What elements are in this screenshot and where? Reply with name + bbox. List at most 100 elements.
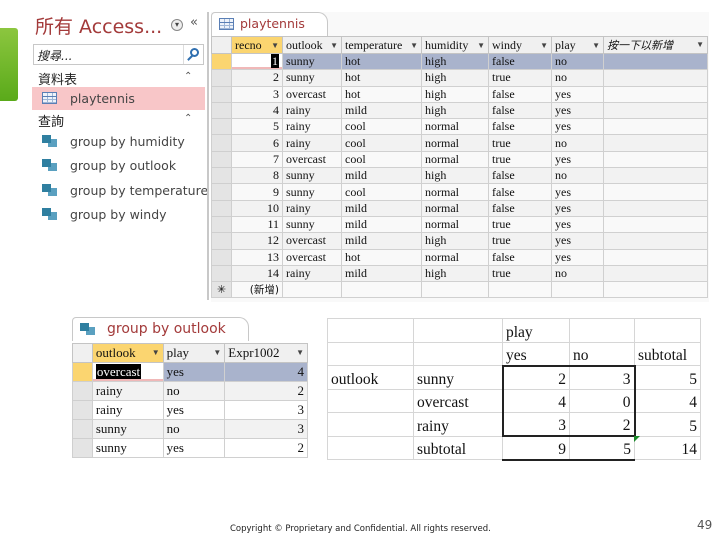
pivot-cell[interactable]: 5	[634, 412, 701, 437]
cell-humidity[interactable]: normal	[421, 199, 489, 217]
cell-temperature[interactable]: mild	[341, 232, 422, 250]
cell-play[interactable]: yes	[162, 400, 226, 420]
cell-add-new[interactable]	[603, 215, 708, 234]
pane-splitter[interactable]	[207, 12, 209, 300]
cell-empty[interactable]	[551, 281, 604, 299]
row-selector[interactable]	[211, 232, 232, 250]
table-row[interactable]: 3 overcast hot high false yes	[211, 85, 708, 103]
cell-humidity[interactable]: high	[421, 167, 489, 185]
cell-play[interactable]: yes	[551, 101, 604, 120]
pivot-cell[interactable]	[327, 388, 414, 413]
cell-temperature[interactable]: cool	[341, 134, 422, 152]
cell-add-new[interactable]	[603, 69, 708, 87]
column-header-windy[interactable]: windy ▼	[488, 36, 552, 54]
row-selector[interactable]	[211, 101, 232, 120]
pivot-cell[interactable]: 2	[501, 364, 570, 390]
cell-add-new[interactable]	[603, 101, 708, 120]
cell-play[interactable]: yes	[551, 118, 604, 136]
cell-temperature[interactable]: mild	[341, 199, 422, 217]
cell-outlook[interactable]: rainy	[282, 264, 342, 283]
cell-expr1002[interactable]: 2	[224, 381, 308, 401]
pivot-cell[interactable]: 2	[569, 412, 636, 437]
pivot-cell[interactable]	[327, 435, 414, 460]
cell-outlook[interactable]: sunny	[91, 419, 164, 439]
cell-empty[interactable]	[488, 281, 552, 299]
table-row[interactable]: 7 overcast cool normal true yes	[211, 150, 708, 169]
pivot-cell[interactable]	[327, 318, 414, 343]
cell-outlook[interactable]: rainy	[282, 199, 342, 217]
cell-windy[interactable]: true	[488, 215, 552, 234]
cell-temperature[interactable]: hot	[341, 52, 422, 71]
cell-play[interactable]: yes	[551, 232, 604, 250]
row-selector[interactable]	[211, 69, 232, 87]
row-selector[interactable]	[211, 150, 232, 169]
table-row[interactable]: overcast yes 4	[72, 362, 308, 382]
cell-recno[interactable]: 9	[231, 183, 283, 201]
table-row[interactable]: 5 rainy cool normal false yes	[211, 118, 708, 136]
pivot-cell[interactable]: no	[569, 341, 635, 366]
cell-windy[interactable]: false	[488, 85, 552, 103]
pivot-cell[interactable]: sunny	[413, 365, 503, 390]
cell-add-new[interactable]	[603, 264, 708, 283]
cell-temperature[interactable]: cool	[341, 118, 422, 136]
row-selector[interactable]	[211, 248, 232, 266]
cell-play[interactable]: yes	[551, 150, 604, 169]
cell-expr1002[interactable]: 3	[224, 419, 308, 439]
tab-group-by-outlook[interactable]: group by outlook	[72, 317, 249, 341]
cell-outlook[interactable]: overcast	[282, 150, 342, 169]
cell-windy[interactable]: false	[488, 52, 552, 71]
table-row[interactable]: 8 sunny mild high false no	[211, 167, 708, 185]
cell-temperature[interactable]: cool	[341, 150, 422, 169]
pivot-cell[interactable]: 5	[569, 435, 641, 461]
pivot-cell[interactable]: 14	[634, 435, 701, 460]
shutter-collapse-icon[interactable]: «	[190, 15, 198, 30]
cell-play[interactable]: yes	[162, 438, 226, 458]
cell-outlook[interactable]: sunny	[282, 52, 342, 71]
row-selector[interactable]	[211, 134, 232, 152]
cell-temperature[interactable]: hot	[341, 248, 422, 266]
nav-group-queries[interactable]: 查詢	[38, 111, 64, 130]
cell-temperature[interactable]: mild	[341, 264, 422, 283]
cell-humidity[interactable]: high	[421, 69, 489, 87]
cell-temperature[interactable]: cool	[341, 183, 422, 201]
cell-outlook[interactable]: sunny	[282, 69, 342, 87]
nav-search-box[interactable]: 搜尋...	[33, 44, 204, 65]
tab-playtennis[interactable]: playtennis	[211, 12, 328, 36]
row-selector[interactable]	[72, 400, 93, 420]
cell-humidity[interactable]: normal	[421, 150, 489, 169]
row-selector[interactable]	[211, 52, 232, 71]
pivot-cell[interactable]: rainy	[413, 412, 503, 437]
cell-outlook[interactable]: overcast	[282, 232, 342, 250]
nav-dropdown-icon[interactable]: ▾	[171, 19, 183, 31]
search-input[interactable]: 搜尋...	[37, 47, 72, 64]
cell-add-new[interactable]	[603, 183, 708, 201]
table-row[interactable]: 4 rainy mild high false yes	[211, 101, 708, 120]
cell-empty[interactable]	[341, 281, 422, 299]
nav-item-group-by-windy[interactable]: group by windy	[32, 203, 205, 226]
cell-windy[interactable]: true	[488, 134, 552, 152]
pivot-cell[interactable]	[569, 318, 635, 343]
nav-item-group-by-temperature[interactable]: group by temperature	[32, 179, 208, 202]
cell-play[interactable]: no	[551, 167, 604, 185]
cell-play[interactable]: no	[551, 264, 604, 283]
cell-humidity[interactable]: high	[421, 101, 489, 120]
pivot-cell[interactable]: 3	[569, 364, 636, 390]
pivot-cell[interactable]: 4	[501, 388, 570, 413]
pivot-cell[interactable]	[634, 318, 701, 343]
chevron-up-icon[interactable]: ⌃	[184, 71, 192, 82]
column-header-temperature[interactable]: temperature ▼	[341, 36, 422, 54]
table-row[interactable]: 1 sunny hot high false no	[211, 52, 708, 71]
pivot-cell[interactable]: 4	[634, 388, 701, 413]
table-row[interactable]: 9 sunny cool normal false yes	[211, 183, 708, 201]
cell-recno[interactable]: 1	[231, 52, 283, 71]
column-header-play[interactable]: play ▼	[162, 343, 226, 363]
row-selector[interactable]	[72, 381, 93, 401]
cell-empty[interactable]	[282, 281, 342, 299]
cell-outlook[interactable]: rainy	[91, 400, 164, 420]
row-selector[interactable]	[211, 85, 232, 103]
nav-pane-title[interactable]: 所有 Access...	[35, 12, 162, 39]
cell-outlook[interactable]: rainy	[282, 101, 342, 120]
select-all-corner[interactable]	[72, 343, 93, 363]
nav-item-playtennis[interactable]: playtennis	[32, 87, 205, 110]
row-selector[interactable]	[211, 199, 232, 217]
